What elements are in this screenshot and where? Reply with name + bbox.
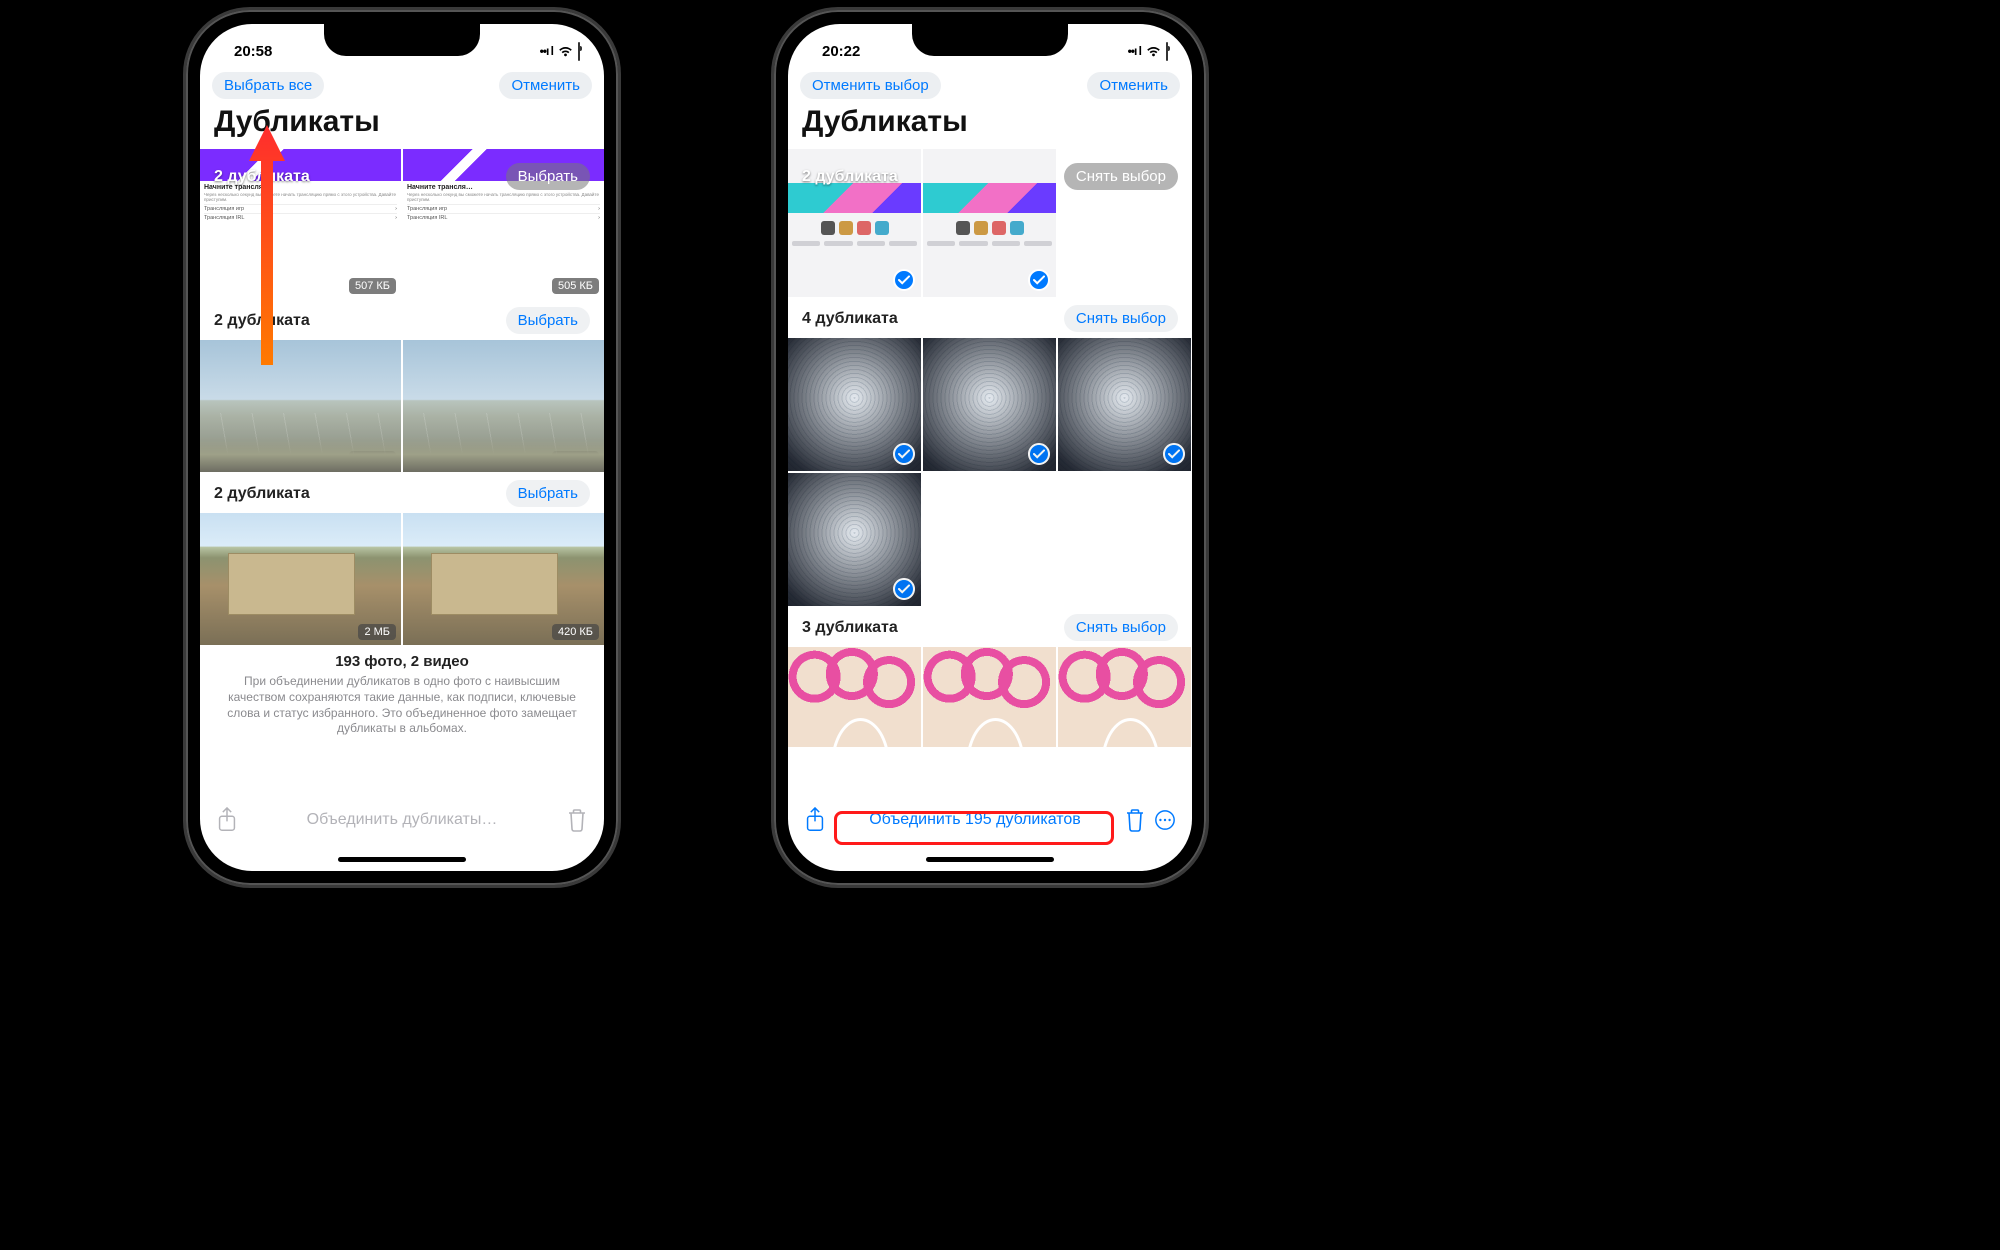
photo-thumb[interactable] xyxy=(1058,338,1191,471)
trash-icon[interactable] xyxy=(1124,807,1146,833)
group-label: 2 дубликата xyxy=(214,312,310,330)
toolbar: Объединить 195 дубликатов xyxy=(788,793,1192,847)
selected-check-icon xyxy=(893,443,915,465)
selected-check-icon xyxy=(1163,443,1185,465)
group-header: 3 дубликата Снять выбор xyxy=(788,606,1192,647)
phone-right: 20:22 ••ı l Отменить выбор Отменить Дубл… xyxy=(774,10,1206,885)
nav-bar: Отменить выбор Отменить xyxy=(788,68,1192,105)
cancel-button[interactable]: Отменить xyxy=(1087,72,1180,99)
selected-check-icon xyxy=(893,578,915,600)
wifi-icon xyxy=(1145,45,1162,58)
group-header: 2 дубликата Снять выбор xyxy=(788,155,1192,196)
filesize-badge: 1,7 МБ xyxy=(349,451,396,467)
notch xyxy=(324,24,480,56)
status-icons: ••ı l xyxy=(540,43,580,60)
count-label: 193 фото, 2 видео xyxy=(212,653,592,670)
select-button[interactable]: Выбрать xyxy=(506,480,590,507)
filesize-badge: 2 МБ xyxy=(358,624,396,640)
group-header: 2 дубликата Выбрать xyxy=(200,155,604,196)
select-button[interactable]: Выбрать xyxy=(506,163,590,190)
battery-icon xyxy=(578,43,580,60)
photo-thumb[interactable] xyxy=(788,647,921,747)
deselect-button[interactable]: Отменить выбор xyxy=(800,72,941,99)
selected-check-icon xyxy=(893,269,915,291)
photo-thumb[interactable] xyxy=(923,647,1056,747)
photo-thumb[interactable]: 1,7 МБ xyxy=(403,340,604,472)
select-button[interactable]: Выбрать xyxy=(506,307,590,334)
clock: 20:58 xyxy=(234,43,272,60)
filesize-badge: 420 КБ xyxy=(552,624,599,640)
filesize-badge: 505 КБ xyxy=(552,278,599,294)
page-title: Дубликаты xyxy=(788,105,1192,149)
deselect-group-button[interactable]: Снять выбор xyxy=(1064,163,1178,190)
group-label: 3 дубликата xyxy=(802,619,898,637)
home-indicator xyxy=(200,847,604,871)
photo-thumb[interactable] xyxy=(788,473,921,606)
group-label: 2 дубликата xyxy=(802,168,898,186)
selected-check-icon xyxy=(1028,269,1050,291)
group-label: 4 дубликата xyxy=(802,310,898,328)
page-title: Дубликаты xyxy=(200,105,604,149)
trash-icon xyxy=(566,807,588,833)
deselect-group-button[interactable]: Снять выбор xyxy=(1064,614,1178,641)
filesize-badge: 1,7 МБ xyxy=(552,451,599,467)
merge-button[interactable]: Объединить 195 дубликатов xyxy=(834,811,1116,829)
photo-thumb[interactable] xyxy=(1058,647,1191,747)
photo-thumb[interactable] xyxy=(923,338,1056,471)
group-header: 2 дубликата Выбрать xyxy=(200,299,604,340)
cellular-icon: ••ı l xyxy=(540,44,553,58)
group-label: 2 дубликата xyxy=(214,168,310,186)
cellular-icon: ••ı l xyxy=(1128,44,1141,58)
home-indicator xyxy=(788,847,1192,871)
photo-thumb[interactable]: 1,7 МБ xyxy=(200,340,401,472)
status-icons: ••ı l xyxy=(1128,43,1168,60)
merge-button: Объединить дубликаты… xyxy=(307,811,498,829)
select-all-button[interactable]: Выбрать все xyxy=(212,72,324,99)
selected-check-icon xyxy=(1028,443,1050,465)
wifi-icon xyxy=(557,45,574,58)
clock: 20:22 xyxy=(822,43,860,60)
battery-icon xyxy=(1166,43,1168,60)
share-icon[interactable] xyxy=(804,807,826,833)
explanation-text: При объединении дубликатов в одно фото с… xyxy=(212,674,592,737)
group-header: 4 дубликата Снять выбор xyxy=(788,297,1192,338)
photo-thumb[interactable] xyxy=(788,338,921,471)
share-icon xyxy=(216,807,238,833)
photo-thumb[interactable]: 2 МБ xyxy=(200,513,401,645)
phone-left: 20:58 ••ı l Выбрать все Отменить Дублика… xyxy=(186,10,618,885)
group-header: 2 дубликата Выбрать xyxy=(200,472,604,513)
filesize-badge: 507 КБ xyxy=(349,278,396,294)
more-icon[interactable] xyxy=(1154,807,1176,833)
deselect-group-button[interactable]: Снять выбор xyxy=(1064,305,1178,332)
notch xyxy=(912,24,1068,56)
nav-bar: Выбрать все Отменить xyxy=(200,68,604,105)
toolbar: Объединить дубликаты… xyxy=(200,793,604,847)
footer-summary: 193 фото, 2 видео При объединении дублик… xyxy=(200,645,604,737)
cancel-button[interactable]: Отменить xyxy=(499,72,592,99)
photo-thumb[interactable]: 420 КБ xyxy=(403,513,604,645)
group-label: 2 дубликата xyxy=(214,485,310,503)
